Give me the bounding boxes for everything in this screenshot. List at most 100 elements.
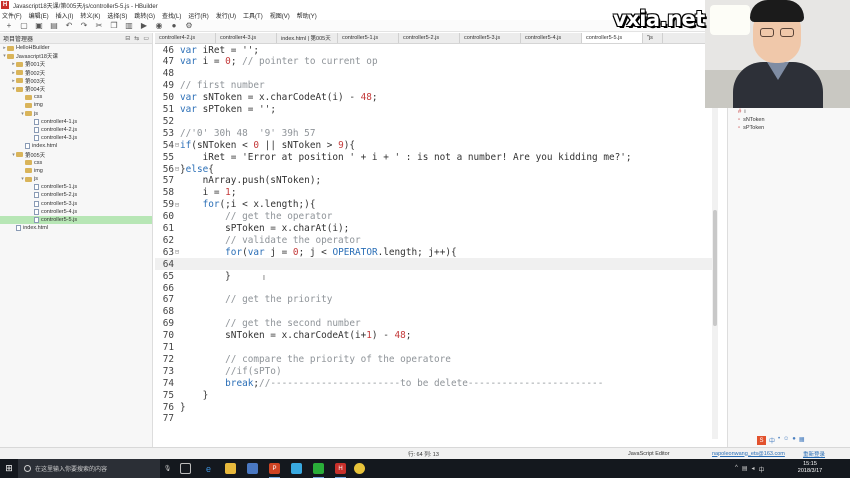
settings-icon[interactable]: ⚙ xyxy=(184,21,194,31)
code-line[interactable]: 55 iRet = 'Error at position ' + i + ' :… xyxy=(155,151,712,163)
code-line[interactable]: 57 nArray.push(sNToken); xyxy=(155,175,712,187)
edge-icon[interactable]: e xyxy=(203,463,214,474)
editor-tab[interactable]: controller5-2.js xyxy=(399,33,460,43)
editor-scrollbar-thumb[interactable] xyxy=(713,210,717,326)
menu-item[interactable]: 工具(T) xyxy=(243,11,263,20)
collapse-all-icon[interactable]: ⊟ xyxy=(125,35,130,42)
tray-up-icon[interactable]: ^ xyxy=(735,465,738,474)
code-line[interactable]: 73 //if(sPTo) xyxy=(155,365,712,377)
code-editor[interactable]: 46 var iRet = ''; 47 var i = 0; // pointer … xyxy=(155,44,712,443)
menu-item[interactable]: 文件(F) xyxy=(2,11,22,20)
code-line[interactable]: 77 xyxy=(155,413,712,425)
tree-folder[interactable]: img xyxy=(0,167,152,175)
outline-item[interactable]: ▫ sNToken xyxy=(728,116,850,124)
menu-item[interactable]: 插入(I) xyxy=(56,11,74,20)
language-mode[interactable]: JavaScript Editor xyxy=(628,451,670,457)
menu-item[interactable]: 跳转(G) xyxy=(134,11,155,20)
code-line[interactable]: 59 ⊟ for(;i < x.length;){ xyxy=(155,199,712,211)
code-line[interactable]: 75 } xyxy=(155,389,712,401)
code-line[interactable]: 63 ⊟ for(var j = 0; j < OPERATOR.length; … xyxy=(155,246,712,258)
sogou-ime-icon[interactable]: S xyxy=(757,436,766,445)
code-line[interactable]: 66 xyxy=(155,282,712,294)
task-view-icon[interactable] xyxy=(180,463,191,474)
windows-start-icon[interactable]: ⊞ xyxy=(0,459,18,478)
run-icon[interactable]: ▶ xyxy=(139,21,149,31)
editor-tab[interactable]: controller5-5.js xyxy=(582,33,643,43)
menu-item[interactable]: 查找(L) xyxy=(162,11,181,20)
tree-folder[interactable]: ▸ 第001天 xyxy=(0,60,152,68)
tree-file[interactable]: controller5-4.js xyxy=(0,208,152,216)
user-account-link[interactable]: napoleonwang_ets@163.com xyxy=(712,451,785,457)
tree-folder[interactable]: ▾ 第004天 xyxy=(0,85,152,93)
code-line[interactable]: 74 break;//-----------------------to be … xyxy=(155,377,712,389)
menu-item[interactable]: 编辑(E) xyxy=(29,11,49,20)
code-line[interactable]: 50 var sNToken = x.charCodeAt(i) - 48; xyxy=(155,92,712,104)
code-line[interactable]: 58 i = 1; xyxy=(155,187,712,199)
tree-file[interactable]: controller5-2.js xyxy=(0,191,152,199)
code-line[interactable]: 52 xyxy=(155,115,712,127)
redo-icon[interactable]: ↷ xyxy=(79,21,89,31)
chrome-icon[interactable] xyxy=(354,463,365,474)
code-line[interactable]: 54 ⊟ if(sNToken < 0 || sNToken > 9){ xyxy=(155,139,712,151)
outline-item[interactable]: # i xyxy=(728,108,850,116)
code-line[interactable]: 67 // get the priority xyxy=(155,294,712,306)
editor-tab[interactable]: controller5-3.js xyxy=(460,33,521,43)
menu-item[interactable]: 转义(K) xyxy=(80,11,100,20)
code-line[interactable]: 64 xyxy=(155,258,712,271)
outline-item[interactable]: ▫ sPToken xyxy=(728,124,850,132)
taskbar-clock[interactable]: 15:15 2018/3/17 xyxy=(790,461,830,475)
code-line[interactable]: 60 // get the operator xyxy=(155,211,712,223)
tree-file[interactable]: controller4-3.js xyxy=(0,134,152,142)
store-icon[interactable] xyxy=(247,463,258,474)
tree-file[interactable]: controller4-1.js xyxy=(0,118,152,126)
menu-item[interactable]: 选择(S) xyxy=(107,11,127,20)
tree-folder[interactable]: ▸ HelloHBuilder xyxy=(0,44,152,52)
undo-icon[interactable]: ↶ xyxy=(64,21,74,31)
tree-folder[interactable]: ▸ 第002天 xyxy=(0,69,152,77)
wechat-icon[interactable] xyxy=(313,463,324,478)
ime-voice-icon[interactable]: ● xyxy=(792,436,796,445)
save-icon[interactable]: ▣ xyxy=(34,21,44,31)
code-line[interactable]: 70 sNToken = x.charCodeAt(i+1) - 48; xyxy=(155,330,712,342)
ime-mode-icon[interactable]: 中 xyxy=(769,436,775,445)
editor-tab[interactable]: controller4-2.js xyxy=(155,33,216,43)
menu-item[interactable]: 帮助(Y) xyxy=(297,11,317,20)
link-editor-icon[interactable]: ⇆ xyxy=(134,35,139,42)
menu-item[interactable]: 视图(V) xyxy=(270,11,290,20)
open-icon[interactable]: ▢ xyxy=(19,21,29,31)
code-line[interactable]: 62 // validate the operator xyxy=(155,234,712,246)
code-line[interactable]: 68 xyxy=(155,306,712,318)
mic-icon[interactable]: 🎙 xyxy=(162,463,173,474)
debug-icon[interactable]: ● xyxy=(169,21,179,31)
code-line[interactable]: 49 // first number xyxy=(155,80,712,92)
new-file-icon[interactable]: + xyxy=(4,21,14,31)
paste-icon[interactable]: ▥ xyxy=(124,21,134,31)
code-line[interactable]: 71 xyxy=(155,342,712,354)
qq-icon[interactable] xyxy=(291,463,302,474)
hbuilder-taskbar-icon[interactable]: H xyxy=(335,463,346,478)
code-line[interactable]: 46 var iRet = ''; xyxy=(155,44,712,56)
tree-folder[interactable]: ▸ 第003天 xyxy=(0,77,152,85)
tree-file[interactable]: controller5-3.js xyxy=(0,200,152,208)
code-line[interactable]: 56 ⊟}else{ xyxy=(155,163,712,175)
tree-file[interactable]: controller4-2.js xyxy=(0,126,152,134)
code-line[interactable]: 53 //'0' 30h 48 '9' 39h 57 xyxy=(155,127,712,139)
ime-punct-icon[interactable]: • xyxy=(778,436,780,445)
ime-tray-icon[interactable]: 中 xyxy=(759,465,765,474)
code-line[interactable]: 65 } xyxy=(155,270,712,282)
code-line[interactable]: 47 var i = 0; // pointer to current op xyxy=(155,56,712,68)
cut-icon[interactable]: ✂ xyxy=(94,21,104,31)
file-explorer-icon[interactable] xyxy=(225,463,236,474)
editor-tab[interactable]: controller4-3.js xyxy=(216,33,277,43)
tree-file[interactable]: index.html xyxy=(0,224,152,232)
network-icon[interactable]: ▤ xyxy=(742,465,748,474)
menu-item[interactable]: 发行(U) xyxy=(216,11,236,20)
minimize-panel-icon[interactable]: ▭ xyxy=(143,35,149,42)
tree-folder[interactable]: css xyxy=(0,159,152,167)
code-line[interactable]: 48 xyxy=(155,68,712,80)
code-line[interactable]: 61 sPToken = x.charAt(i); xyxy=(155,223,712,235)
editor-tab[interactable]: index.html | 第005天 xyxy=(277,33,338,43)
copy-icon[interactable]: ❐ xyxy=(109,21,119,31)
tree-file[interactable]: controller5-1.js xyxy=(0,183,152,191)
tree-file[interactable]: controller5-5.js xyxy=(0,215,152,225)
